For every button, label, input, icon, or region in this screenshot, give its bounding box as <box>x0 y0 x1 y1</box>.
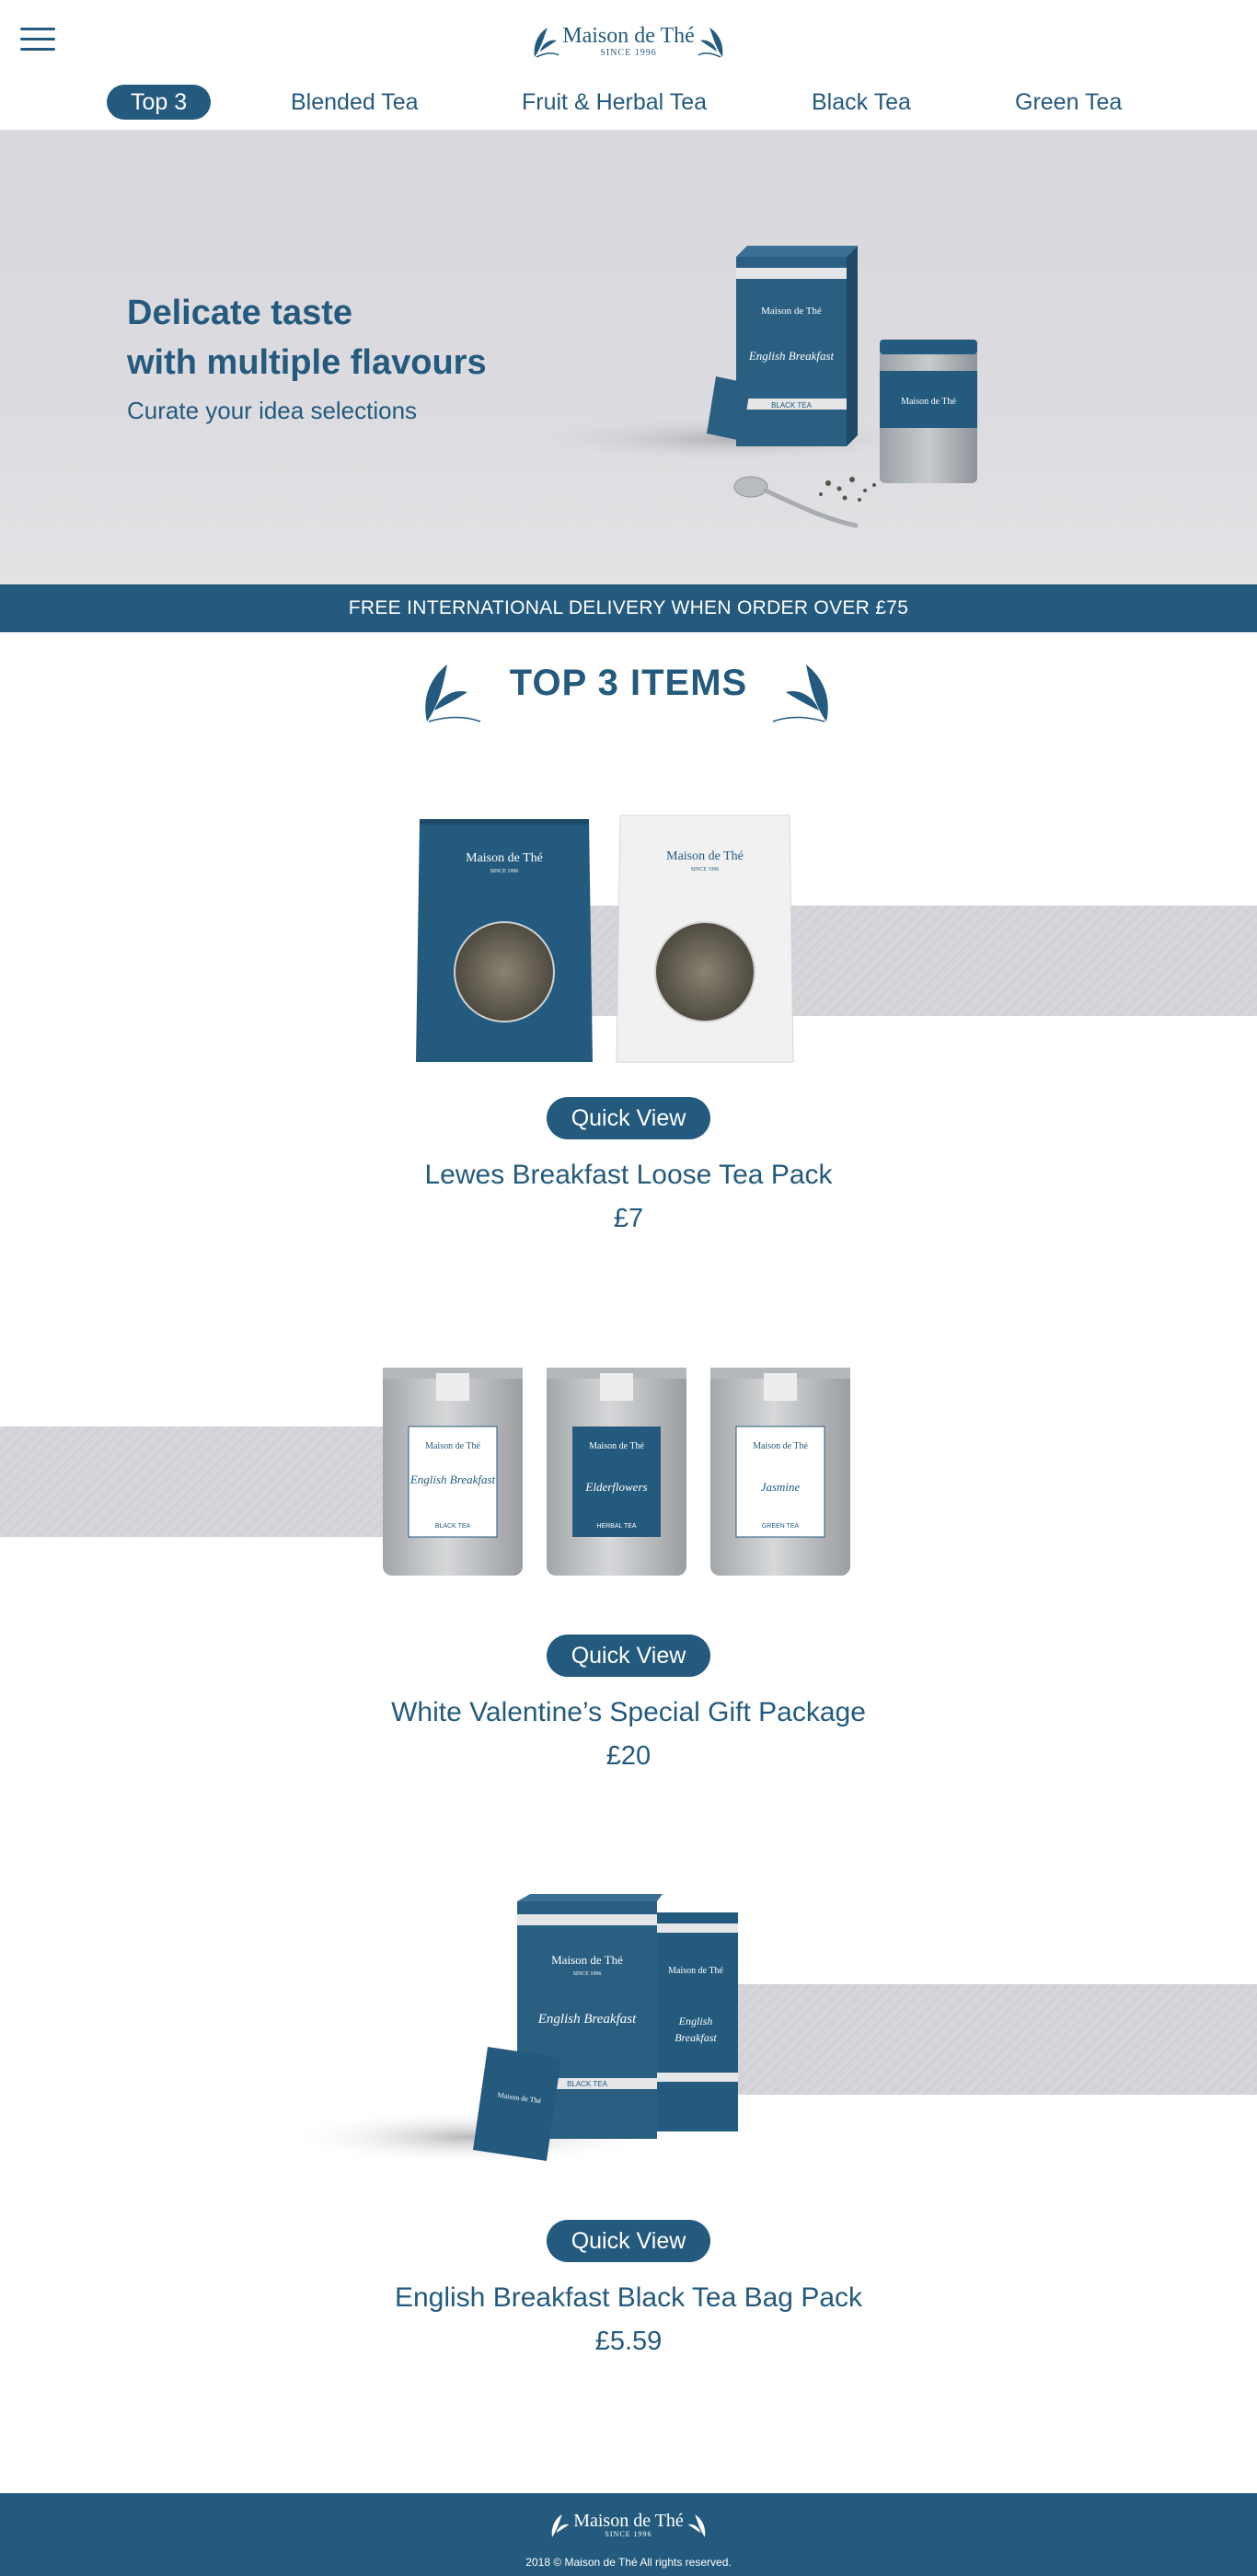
product-image-loose-tea-pack[interactable]: Maison de Thé SINCE 1996 Maison de Thé S… <box>405 808 810 1075</box>
product-band <box>732 1984 1257 2095</box>
copyright-text: 2018 © Maison de Thé All rights reserved… <box>525 2556 732 2569</box>
svg-text:SINCE 1996: SINCE 1996 <box>691 867 720 872</box>
hero-product-image: Maison de Thé English Breakfast BLACK TE… <box>552 246 977 528</box>
svg-text:Maison de Thé: Maison de Thé <box>425 1441 480 1451</box>
svg-text:Maison de Thé: Maison de Thé <box>589 1441 644 1451</box>
logo-since: SINCE 1996 <box>600 47 657 58</box>
product-name[interactable]: English Breakfast Black Tea Bag Pack <box>0 2282 1257 2314</box>
product-image-tea-bag-pack[interactable]: Maison de Thé English Breakfast Maison d… <box>294 1887 773 2172</box>
tin-label: Elderflowers <box>584 1480 647 1494</box>
leaf-left-icon <box>551 2514 570 2537</box>
box-label: English Breakfast <box>537 2012 637 2027</box>
quick-view-button[interactable]: Quick View <box>547 2220 710 2262</box>
site-logo[interactable]: Maison de Thé SINCE 1996 <box>529 15 728 66</box>
tin-type: HERBAL TEA <box>596 1523 637 1530</box>
product-name[interactable]: White Valentine’s Special Gift Package <box>0 1697 1257 1728</box>
tin-label: Jasmine <box>761 1480 801 1494</box>
svg-text:Maison de Thé: Maison de Thé <box>901 397 956 407</box>
leaf-right-icon <box>687 2514 706 2537</box>
hero-box-label: English Breakfast <box>748 349 835 363</box>
svg-text:Maison de Thé: Maison de Thé <box>466 851 543 865</box>
tab-fruit-herbal-tea[interactable]: Fruit & Herbal Tea <box>522 85 707 120</box>
hero-headline-line-2: with multiple flavours <box>127 343 487 382</box>
tab-top-3[interactable]: Top 3 <box>107 85 212 120</box>
svg-text:Maison de Thé: Maison de Thé <box>551 1953 623 1967</box>
hero-banner: Delicate taste with multiple flavours Cu… <box>0 130 1257 584</box>
product-price: £5.59 <box>594 2327 663 2356</box>
svg-text:English: English <box>678 2015 713 2027</box>
tab-green-tea[interactable]: Green Tea <box>1015 85 1122 120</box>
footer-logo[interactable]: Maison de Thé SINCE 1996 <box>543 2504 714 2545</box>
tin-label: English Breakfast <box>409 1473 496 1486</box>
hamburger-icon[interactable] <box>20 28 55 53</box>
product-price: £7 <box>613 1204 644 1233</box>
section-header: TOP 3 ITEMS <box>0 655 1257 729</box>
tab-black-tea[interactable]: Black Tea <box>812 85 911 120</box>
footer-brand: Maison de Thé <box>573 2510 684 2531</box>
svg-text:SINCE 1996: SINCE 1996 <box>573 1971 602 1977</box>
logo-brand: Maison de Thé <box>562 23 695 48</box>
product-band <box>0 1427 386 1537</box>
tin-type: BLACK TEA <box>435 1523 471 1530</box>
quick-view-button[interactable]: Quick View <box>547 1635 710 1677</box>
leaf-left-icon <box>534 28 559 58</box>
product-name[interactable]: Lewes Breakfast Loose Tea Pack <box>0 1160 1257 1191</box>
svg-text:Maison de Thé: Maison de Thé <box>668 1966 723 1976</box>
promo-banner: FREE INTERNATIONAL DELIVERY WHEN ORDER O… <box>0 584 1257 632</box>
hero-subheadline: Curate your idea selections <box>127 397 418 424</box>
hero-box-type: BLACK TEA <box>771 401 813 410</box>
tin-type: GREEN TEA <box>762 1523 800 1530</box>
hero-headline-line-1: Delicate taste <box>127 294 353 332</box>
leaf-right-icon <box>772 664 828 722</box>
leaf-right-icon <box>698 28 723 58</box>
svg-text:Maison de Thé: Maison de Thé <box>761 306 822 317</box>
quick-view-button[interactable]: Quick View <box>547 1097 710 1139</box>
hero-headline: Delicate taste with multiple flavours <box>127 288 487 387</box>
site-header: Maison de Thé SINCE 1996 Top 3 Blended T… <box>0 0 1257 130</box>
category-nav: Top 3 Blended Tea Fruit & Herbal Tea Bla… <box>0 81 1257 121</box>
svg-text:Maison de Thé: Maison de Thé <box>666 849 744 863</box>
section-title: TOP 3 ITEMS <box>509 663 748 703</box>
tab-blended-tea[interactable]: Blended Tea <box>291 85 419 120</box>
svg-text:Maison de Thé: Maison de Thé <box>753 1441 808 1451</box>
svg-text:SINCE 1996: SINCE 1996 <box>490 869 519 874</box>
box-type: BLACK TEA <box>567 2080 608 2088</box>
product-price: £20 <box>605 1741 652 1771</box>
svg-text:Breakfast: Breakfast <box>675 2031 717 2044</box>
site-footer: Maison de Thé SINCE 1996 2018 © Maison d… <box>0 2493 1257 2576</box>
footer-since: SINCE 1996 <box>605 2529 652 2538</box>
product-image-gift-package[interactable]: Maison de Thé English Breakfast BLACK TE… <box>370 1358 867 1588</box>
